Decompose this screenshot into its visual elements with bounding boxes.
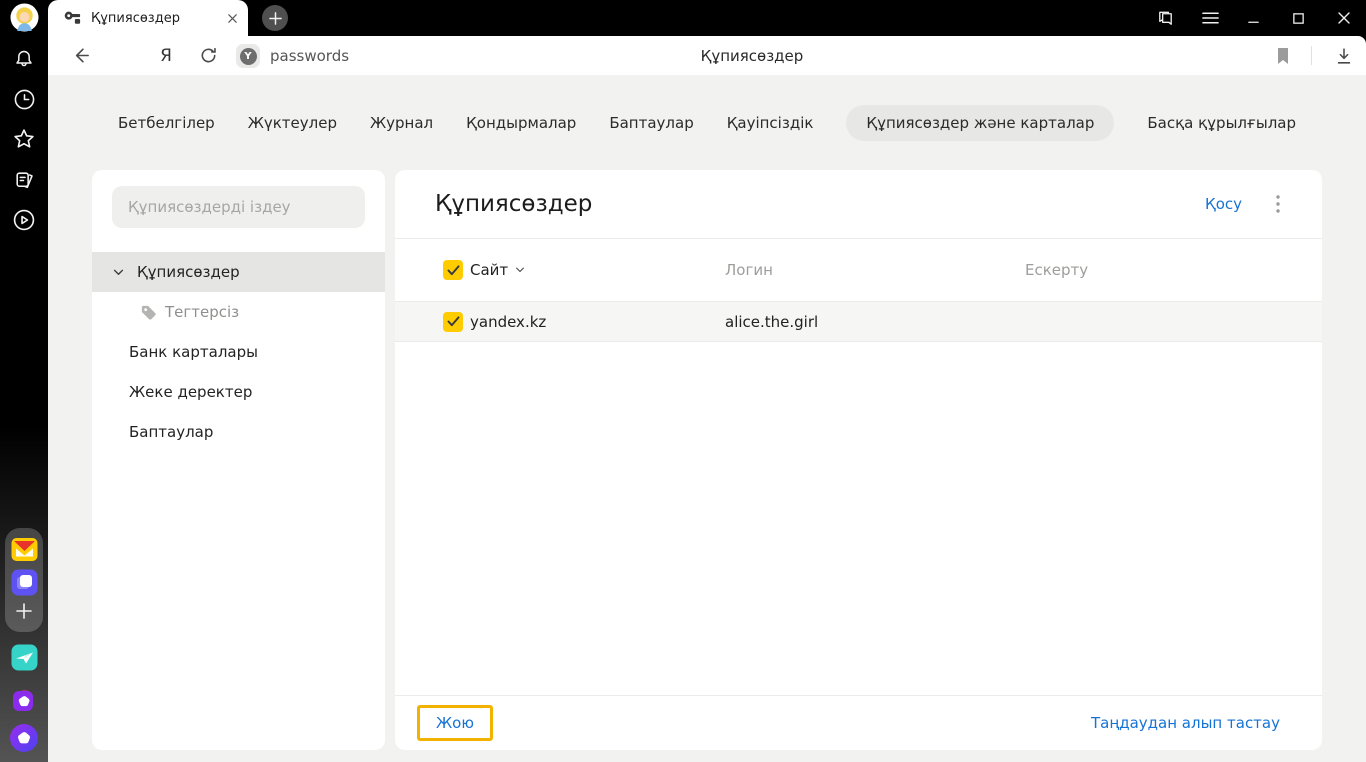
browser-window: Құпиясөздер Я Y passwords Құпиясөздер Бе… bbox=[0, 0, 1366, 762]
panel-title: Құпиясөздер bbox=[435, 191, 593, 217]
back-button[interactable] bbox=[60, 36, 100, 75]
mail-icon bbox=[11, 538, 37, 561]
tag-icon bbox=[141, 305, 156, 320]
downloads-button[interactable] bbox=[1330, 36, 1358, 75]
row-site: yandex.kz bbox=[470, 312, 547, 331]
nav-extensions[interactable]: Қондырмалар bbox=[466, 114, 576, 132]
sidebar-item-settings[interactable]: Баптаулар bbox=[92, 412, 385, 452]
star-icon bbox=[14, 129, 34, 148]
browser-tab[interactable]: Құпиясөздер bbox=[48, 0, 248, 36]
hamburger-icon bbox=[1201, 12, 1219, 24]
deselect-all-button[interactable]: Таңдаудан алып тастау bbox=[1091, 714, 1280, 732]
settings-page: Бетбелгілер Жүктеулер Журнал Қондырмалар… bbox=[48, 75, 1366, 762]
delete-button[interactable]: Жою bbox=[417, 705, 493, 741]
yandex-apps-app[interactable] bbox=[0, 569, 48, 596]
profile-avatar[interactable] bbox=[0, 3, 48, 32]
back-arrow-icon bbox=[75, 48, 89, 63]
notifications-button[interactable] bbox=[0, 47, 48, 71]
video-button[interactable] bbox=[0, 207, 48, 233]
nav-bookmarks[interactable]: Бетбелгілер bbox=[118, 114, 215, 132]
passwords-key-icon bbox=[64, 11, 81, 24]
row-login: alice.the.girl bbox=[725, 312, 819, 331]
bookmarks-button[interactable] bbox=[0, 126, 48, 152]
paper-plane-icon bbox=[11, 644, 37, 671]
nav-other-devices[interactable]: Басқа құрылғылар bbox=[1147, 114, 1296, 132]
sidebar-item-untagged[interactable]: Тегтерсіз bbox=[92, 292, 385, 332]
table-header: Сайт Логин Ескерту bbox=[395, 239, 1322, 302]
avatar-girl-icon bbox=[9, 3, 39, 32]
panel-footer: Жою Таңдаудан алып тастау bbox=[395, 695, 1322, 750]
alice-assistant-button[interactable] bbox=[0, 723, 48, 753]
passwords-panel: Құпиясөздер Қосу Сайт Логин Ескерту yand… bbox=[395, 170, 1322, 750]
sidebar-item-label: Банк карталары bbox=[129, 343, 258, 361]
close-window-button[interactable] bbox=[1330, 4, 1358, 32]
history-button[interactable] bbox=[0, 87, 48, 112]
table-empty-area bbox=[395, 342, 1322, 695]
settings-nav: Бетбелгілер Жүктеулер Журнал Қондырмалар… bbox=[48, 103, 1366, 143]
sidebar-item-label: Құпиясөздер bbox=[137, 263, 240, 281]
row-checkbox[interactable] bbox=[443, 311, 463, 332]
tab-title: Құпиясөздер bbox=[91, 10, 180, 26]
notes-icon bbox=[15, 172, 33, 189]
sort-chevron-icon[interactable] bbox=[515, 267, 525, 273]
panels-icon bbox=[1158, 11, 1172, 25]
side-rail bbox=[0, 0, 48, 762]
toolbar: Я Y passwords Құпиясөздер bbox=[48, 36, 1366, 75]
panel-header: Құпиясөздер Қосу bbox=[395, 170, 1322, 239]
kebab-menu-icon bbox=[1276, 195, 1280, 213]
toolbar-divider bbox=[1311, 46, 1312, 65]
passwords-sidebar: Құпиясөздер Тегтерсіз Банк карталары Жек… bbox=[92, 170, 385, 750]
alice-circle-icon bbox=[10, 724, 38, 752]
column-login: Логин bbox=[725, 261, 773, 279]
add-password-button[interactable]: Қосу bbox=[1205, 195, 1242, 213]
maximize-icon bbox=[1292, 12, 1304, 24]
new-tab-button[interactable] bbox=[262, 5, 288, 31]
nav-history[interactable]: Журнал bbox=[370, 114, 433, 132]
sidebar-item-label: Тегтерсіз bbox=[165, 303, 240, 321]
yandex-mail-app[interactable] bbox=[0, 536, 48, 563]
plus-icon bbox=[16, 603, 32, 619]
maximize-button[interactable] bbox=[1284, 4, 1312, 32]
menu-button[interactable] bbox=[1196, 4, 1224, 32]
minimize-icon bbox=[1247, 21, 1259, 23]
apps-icon bbox=[11, 569, 37, 596]
nav-downloads[interactable]: Жүктеулер bbox=[248, 114, 337, 132]
add-panel-button[interactable] bbox=[0, 601, 48, 621]
search-input[interactable] bbox=[112, 186, 365, 228]
sidebar-item-personal-data[interactable]: Жеке деректер bbox=[92, 372, 385, 412]
sidebar-item-label: Жеке деректер bbox=[129, 383, 253, 401]
sidebar-item-bank-cards[interactable]: Банк карталары bbox=[92, 332, 385, 372]
feed-button[interactable] bbox=[0, 168, 48, 193]
nav-passwords-selected[interactable]: Құпиясөздер және карталар bbox=[846, 105, 1115, 141]
more-menu-button[interactable] bbox=[1276, 195, 1280, 213]
omnibox-page-title[interactable]: Құпиясөздер bbox=[138, 36, 1366, 75]
tab-close-icon[interactable] bbox=[227, 13, 238, 24]
bookmark-flag-icon bbox=[1278, 47, 1288, 64]
column-site[interactable]: Сайт bbox=[470, 261, 508, 279]
nav-settings[interactable]: Баптаулар bbox=[609, 114, 693, 132]
check-icon bbox=[446, 316, 460, 327]
close-icon bbox=[1338, 12, 1350, 24]
download-icon bbox=[1337, 47, 1351, 64]
column-note: Ескерту bbox=[1025, 261, 1089, 279]
messenger-app[interactable] bbox=[0, 644, 48, 671]
alice-square-icon bbox=[13, 690, 33, 711]
plus-icon bbox=[268, 11, 282, 25]
password-row[interactable]: yandex.kz alice.the.girl bbox=[395, 302, 1322, 342]
select-all-checkbox[interactable] bbox=[443, 260, 463, 280]
chevron-down-icon bbox=[113, 269, 124, 275]
sidebar-item-passwords[interactable]: Құпиясөздер bbox=[92, 252, 385, 292]
sidebar-item-label: Баптаулар bbox=[129, 423, 214, 441]
minimize-button[interactable] bbox=[1239, 4, 1267, 32]
nav-security[interactable]: Қауіпсіздік bbox=[727, 114, 814, 132]
bookmark-page-button[interactable] bbox=[1270, 36, 1296, 75]
check-icon bbox=[446, 264, 460, 275]
alice-camera-app[interactable] bbox=[0, 686, 48, 714]
bell-icon bbox=[16, 50, 32, 67]
play-circle-icon bbox=[13, 209, 35, 231]
titlebar: Құпиясөздер bbox=[48, 0, 1366, 36]
clock-icon bbox=[14, 89, 34, 110]
tab-groups-button[interactable] bbox=[1151, 4, 1179, 32]
